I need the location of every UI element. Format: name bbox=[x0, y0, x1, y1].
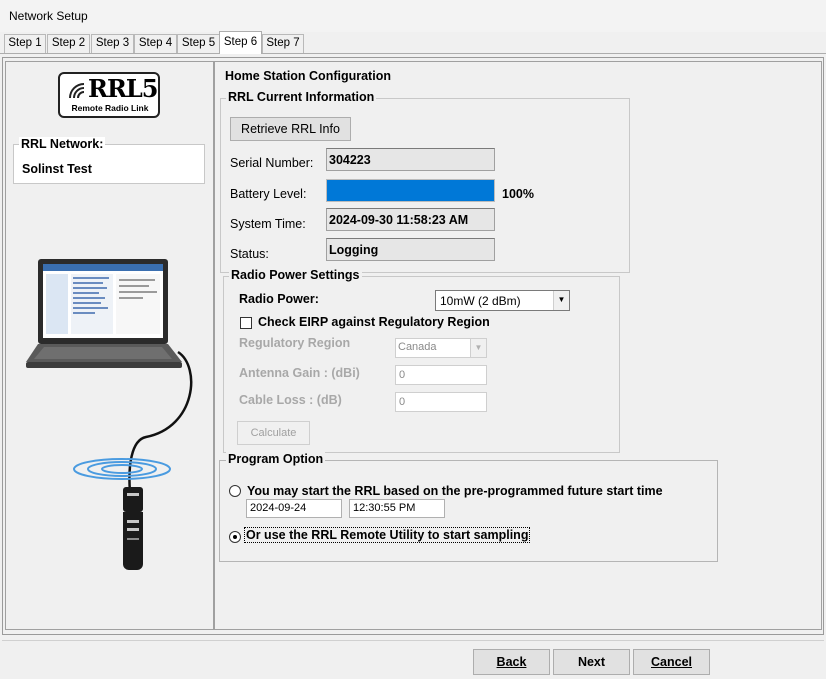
start-time-radio[interactable] bbox=[229, 485, 241, 497]
device-label-strip bbox=[127, 528, 139, 531]
device-label-strip bbox=[127, 538, 139, 540]
rrl-current-info-legend: RRL Current Information bbox=[226, 90, 377, 104]
battery-level-fill bbox=[327, 180, 494, 201]
rrl-network-group: RRL Network: Solinst Test bbox=[13, 137, 205, 184]
chevron-down-icon[interactable]: ▼ bbox=[470, 339, 486, 357]
tab-step-6[interactable]: Step 6 bbox=[219, 31, 262, 54]
tab-label: Step 3 bbox=[95, 37, 130, 49]
cable-loss-input[interactable]: 0 bbox=[395, 392, 487, 412]
antenna-gain-input[interactable]: 0 bbox=[395, 365, 487, 385]
tab-step-4[interactable]: Step 4 bbox=[134, 34, 177, 53]
title-bar: Network Setup bbox=[0, 0, 826, 32]
serial-number-label: Serial Number: bbox=[230, 156, 314, 170]
eirp-checkbox[interactable] bbox=[240, 317, 252, 329]
tab-step-2[interactable]: Step 2 bbox=[47, 34, 90, 53]
tab-label: Step 2 bbox=[51, 37, 86, 49]
page-title: Home Station Configuration bbox=[225, 69, 391, 83]
radio-power-settings-legend: Radio Power Settings bbox=[229, 268, 362, 282]
chevron-down-icon[interactable]: ▼ bbox=[553, 291, 569, 310]
tab-label: Step 6 bbox=[223, 36, 258, 48]
regulatory-region-dropdown[interactable]: Canada ▼ bbox=[395, 338, 487, 358]
battery-level-bar bbox=[326, 179, 495, 202]
eirp-label: Check EIRP against Regulatory Region bbox=[258, 315, 490, 329]
tab-divider bbox=[0, 53, 826, 54]
radio-power-dropdown[interactable]: 10mW (2 dBm) ▼ bbox=[435, 290, 570, 311]
cancel-button[interactable]: Cancel bbox=[633, 649, 710, 675]
system-time-label: System Time: bbox=[230, 217, 306, 231]
rrl-device bbox=[123, 512, 143, 570]
next-button-label: Next bbox=[577, 655, 606, 669]
tab-label: Step 1 bbox=[8, 37, 42, 49]
signal-waves-icon bbox=[69, 83, 85, 99]
logo-subtitle: Remote Radio Link bbox=[71, 103, 149, 113]
tab-label: Step 7 bbox=[266, 37, 300, 49]
tab-label: Step 5 bbox=[181, 37, 216, 49]
program-option-legend: Program Option bbox=[226, 452, 326, 466]
logo-text: RRL5 bbox=[88, 74, 158, 103]
battery-percent: 100% bbox=[502, 187, 534, 201]
rrl5-logo: RRL5 Remote Radio Link bbox=[58, 72, 160, 118]
radio-power-value: 10mW (2 dBm) bbox=[440, 294, 521, 308]
status-label: Status: bbox=[230, 247, 269, 261]
start-time-input[interactable]: 12:30:55 PM bbox=[349, 499, 445, 518]
calculate-button[interactable]: Calculate bbox=[237, 421, 310, 445]
cancel-button-label: Cancel bbox=[651, 655, 692, 669]
regulatory-region-value: Canada bbox=[398, 341, 437, 353]
window-title: Network Setup bbox=[9, 9, 88, 23]
tab-step-1[interactable]: Step 1 bbox=[4, 34, 46, 53]
laptop-rrl-illustration bbox=[26, 259, 193, 512]
back-button[interactable]: Back bbox=[473, 649, 550, 675]
tab-step-3[interactable]: Step 3 bbox=[91, 34, 134, 53]
system-time-value: 2024-09-30 11:58:23 AM bbox=[326, 208, 495, 231]
radio-power-label: Radio Power: bbox=[239, 292, 319, 306]
start-date-input[interactable]: 2024-09-24 bbox=[246, 499, 342, 518]
retrieve-rrl-info-button[interactable]: Retrieve RRL Info bbox=[230, 117, 351, 141]
serial-number-value: 304223 bbox=[326, 148, 495, 171]
next-button[interactable]: Next bbox=[553, 649, 630, 675]
status-value: Logging bbox=[326, 238, 495, 261]
tab-step-7[interactable]: Step 7 bbox=[262, 34, 304, 53]
left-panel: RRL5 Remote Radio Link RRL Network: Soli… bbox=[5, 61, 214, 630]
regulatory-region-label: Regulatory Region bbox=[239, 336, 351, 350]
cable-loss-label: Cable Loss : (dB) bbox=[239, 393, 342, 407]
remote-utility-radio[interactable] bbox=[229, 531, 241, 543]
remote-utility-option-label: Or use the RRL Remote Utility to start s… bbox=[243, 527, 531, 543]
rrl-network-legend: RRL Network: bbox=[19, 137, 106, 151]
start-time-option-label: You may start the RRL based on the pre-p… bbox=[247, 484, 663, 498]
back-button-label: Back bbox=[496, 655, 527, 669]
antenna-gain-label: Antenna Gain : (dBi) bbox=[239, 366, 360, 380]
device-label-strip bbox=[127, 520, 139, 523]
tab-step-5[interactable]: Step 5 bbox=[177, 34, 220, 53]
rrl-network-name: Solinst Test bbox=[22, 162, 92, 176]
battery-level-label: Battery Level: bbox=[230, 187, 307, 201]
tab-label: Step 4 bbox=[138, 37, 173, 49]
